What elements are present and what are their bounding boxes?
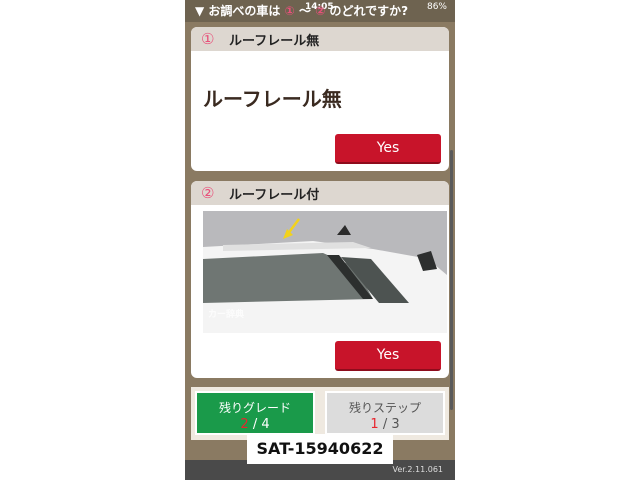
question-prefix: お調べの車は: [208, 4, 281, 18]
app-screen: 14:05 86% ▼ お調べの車は ① 〜 ② のどれですか? ① ルーフレー…: [185, 0, 455, 480]
option-number: ①: [201, 30, 215, 48]
question-sep: 〜: [298, 4, 311, 18]
option-card-header: ① ルーフレール無: [191, 27, 449, 51]
remaining-grades-box: 残りグレード 2 / 4: [195, 391, 315, 435]
option-title: ルーフレール無: [229, 33, 320, 49]
question-number-2: ②: [315, 4, 326, 18]
version-label: Ver.2.11.061: [392, 465, 444, 474]
option-number: ②: [201, 184, 215, 202]
remaining-grades-current: 2: [240, 417, 249, 432]
image-watermark: カー辞典: [208, 308, 244, 320]
yes-button-1[interactable]: Yes: [335, 134, 441, 164]
option-card-2: ② ルーフレール付 カー辞典 Yes: [191, 181, 449, 378]
remaining-steps-current: 1: [370, 417, 379, 432]
option-card-1: ① ルーフレール無 ルーフレール無 Yes: [191, 27, 449, 171]
remaining-steps-total: / 3: [382, 417, 400, 432]
question-suffix: のどれですか?: [329, 4, 409, 18]
scrollbar[interactable]: [450, 150, 453, 410]
sat-id-label: SAT-15940622: [247, 434, 393, 464]
question-number-1: ①: [284, 4, 295, 18]
remaining-grades-label: 残りグレード: [218, 401, 291, 415]
yes-button-2[interactable]: Yes: [335, 341, 441, 371]
progress-panel: 残りグレード 2 / 4 残りステップ 1 / 3: [191, 387, 449, 440]
option-title: ルーフレール付: [229, 187, 320, 203]
option-label: ルーフレール無: [203, 87, 342, 111]
remaining-grades-total: / 4: [252, 417, 270, 432]
battery-indicator: 86%: [426, 2, 447, 12]
roof-rail-car-image: カー辞典: [203, 211, 447, 333]
down-arrow-icon: ▼: [195, 4, 205, 18]
question-text: ▼ お調べの車は ① 〜 ② のどれですか?: [195, 2, 408, 19]
remaining-steps-label: 残りステップ: [348, 401, 421, 415]
remaining-grades-count: 2 / 4: [197, 417, 313, 432]
remaining-steps-count: 1 / 3: [327, 417, 443, 432]
option-card-header: ② ルーフレール付: [191, 181, 449, 205]
remaining-steps-box: 残りステップ 1 / 3: [325, 391, 445, 435]
